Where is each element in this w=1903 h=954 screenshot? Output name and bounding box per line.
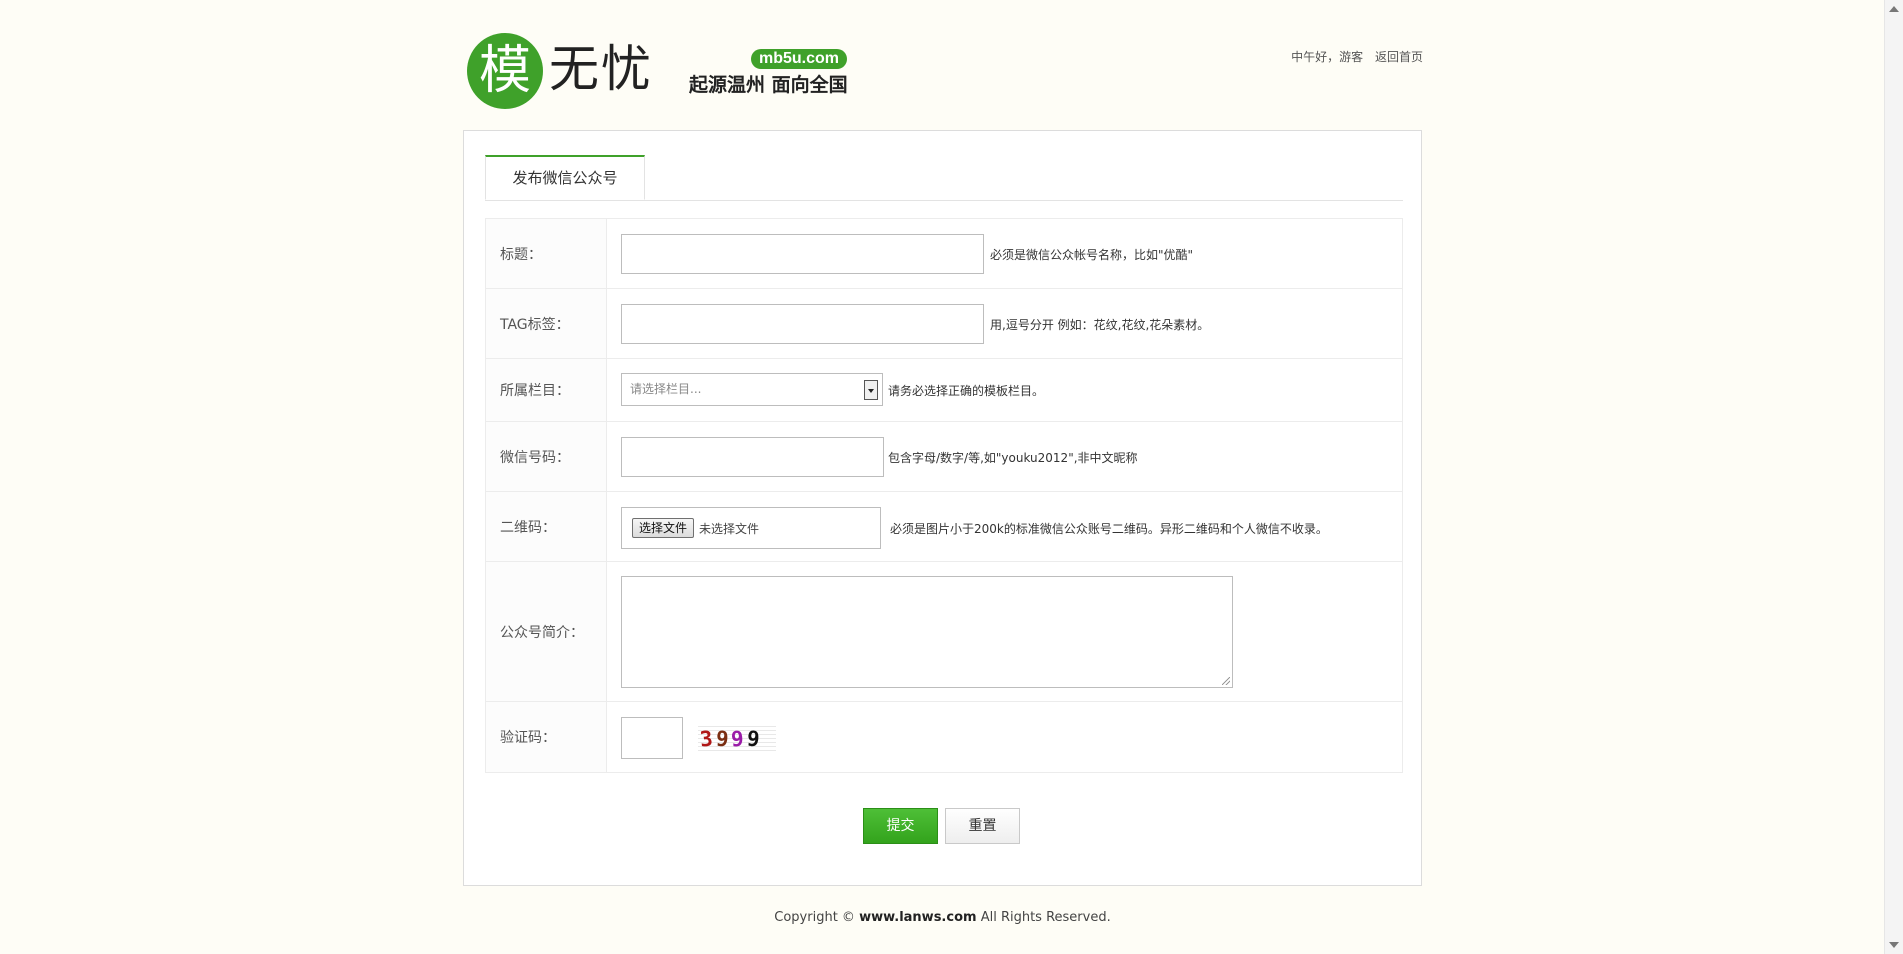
form-row-wechat-id: 微信号码： 包含字母/数字/等,如"youku2012",非中文昵称 <box>486 422 1402 492</box>
captcha-char: 9 <box>730 726 745 752</box>
captcha-char: 3 <box>698 726 714 752</box>
footer-site-link[interactable]: www.lanws.com <box>859 910 977 925</box>
tab-publish-wechat[interactable]: 发布微信公众号 <box>485 155 645 200</box>
wechat-id-input[interactable] <box>621 437 884 477</box>
form-row-tag: TAG标签： 用,逗号分开 例如：花纹,花纹,花朵素材。 <box>486 289 1402 359</box>
scroll-up-icon[interactable] <box>1889 6 1899 12</box>
category-selected-value: 请选择栏目... <box>630 382 702 396</box>
captcha-char: 9 <box>745 726 761 752</box>
form-row-captcha: 验证码： 3999 <box>486 702 1402 772</box>
scroll-down-icon[interactable] <box>1889 942 1899 948</box>
logo-domain-badge: mb5u.com <box>751 49 848 69</box>
footer: Copyright © www.lanws.com All Rights Res… <box>463 910 1422 925</box>
choose-file-button[interactable]: 选择文件 <box>632 518 695 538</box>
file-status: 未选择文件 <box>699 521 760 536</box>
captcha-input[interactable] <box>621 717 683 759</box>
form-row-qrcode: 二维码： 选择文件 未选择文件 必须是图片小于200k的标准微信公众账号二维码。… <box>486 492 1402 562</box>
title-label: 标题： <box>486 219 607 288</box>
logo-slogan: 起源温州 面向全国 <box>689 74 848 96</box>
captcha-image[interactable]: 3999 <box>698 724 776 754</box>
form-actions: 提交 重置 <box>464 808 1421 844</box>
logo-name: 无忧 <box>549 40 653 98</box>
category-hint: 请务必选择正确的模板栏目。 <box>888 384 1045 398</box>
title-input[interactable] <box>621 234 984 274</box>
site-header: 模 无忧 mb5u.com 起源温州 面向全国 中午好，游客 返回首页 <box>463 0 1423 125</box>
top-links: 中午好，游客 返回首页 <box>1291 48 1423 65</box>
tag-hint: 用,逗号分开 例如：花纹,花纹,花朵素材。 <box>990 318 1210 332</box>
form-row-title: 标题： 必须是微信公众帐号名称，比如"优酷" <box>486 219 1402 289</box>
vertical-scrollbar[interactable] <box>1884 0 1903 954</box>
qrcode-label: 二维码： <box>486 492 607 561</box>
copyright-suffix: All Rights Reserved. <box>980 910 1111 925</box>
tab-bar: 发布微信公众号 <box>485 155 1403 201</box>
qrcode-file-input: 选择文件 未选择文件 <box>621 507 881 549</box>
qrcode-hint: 必须是图片小于200k的标准微信公众账号二维码。异形二维码和个人微信不收录。 <box>890 522 1328 536</box>
logo-mark: 模 <box>467 33 543 109</box>
category-label: 所属栏目： <box>486 359 607 421</box>
wechat-id-label: 微信号码： <box>486 422 607 491</box>
greeting-text: 中午好，游客 <box>1291 50 1364 64</box>
submit-button[interactable]: 提交 <box>863 808 938 844</box>
page: 模 无忧 mb5u.com 起源温州 面向全国 中午好，游客 返回首页 发布微信… <box>0 0 1884 954</box>
resize-grip-icon[interactable] <box>1222 677 1230 685</box>
tag-input[interactable] <box>621 304 984 344</box>
reset-button[interactable]: 重置 <box>945 808 1020 844</box>
form-row-category: 所属栏目： 请选择栏目... 请务必选择正确的模板栏目。 <box>486 359 1402 422</box>
publish-panel: 发布微信公众号 标题： 必须是微信公众帐号名称，比如"优酷" TAG标签： 用,… <box>463 130 1422 886</box>
captcha-char: 9 <box>714 726 730 752</box>
tag-label: TAG标签： <box>486 289 607 358</box>
captcha-label: 验证码： <box>486 702 607 772</box>
copyright-prefix: Copyright © <box>774 910 855 925</box>
intro-label: 公众号简介： <box>486 562 607 701</box>
site-logo[interactable]: 模 无忧 mb5u.com 起源温州 面向全国 <box>467 31 887 111</box>
form-row-intro: 公众号简介： <box>486 562 1402 702</box>
title-hint: 必须是微信公众帐号名称，比如"优酷" <box>990 248 1194 262</box>
wechat-id-hint: 包含字母/数字/等,如"youku2012",非中文昵称 <box>888 451 1138 465</box>
category-select[interactable]: 请选择栏目... <box>621 373 883 406</box>
intro-textarea[interactable] <box>621 576 1233 688</box>
publish-form: 标题： 必须是微信公众帐号名称，比如"优酷" TAG标签： 用,逗号分开 例如：… <box>485 218 1403 773</box>
chevron-down-icon[interactable] <box>864 380 878 400</box>
home-link[interactable]: 返回首页 <box>1375 50 1423 64</box>
